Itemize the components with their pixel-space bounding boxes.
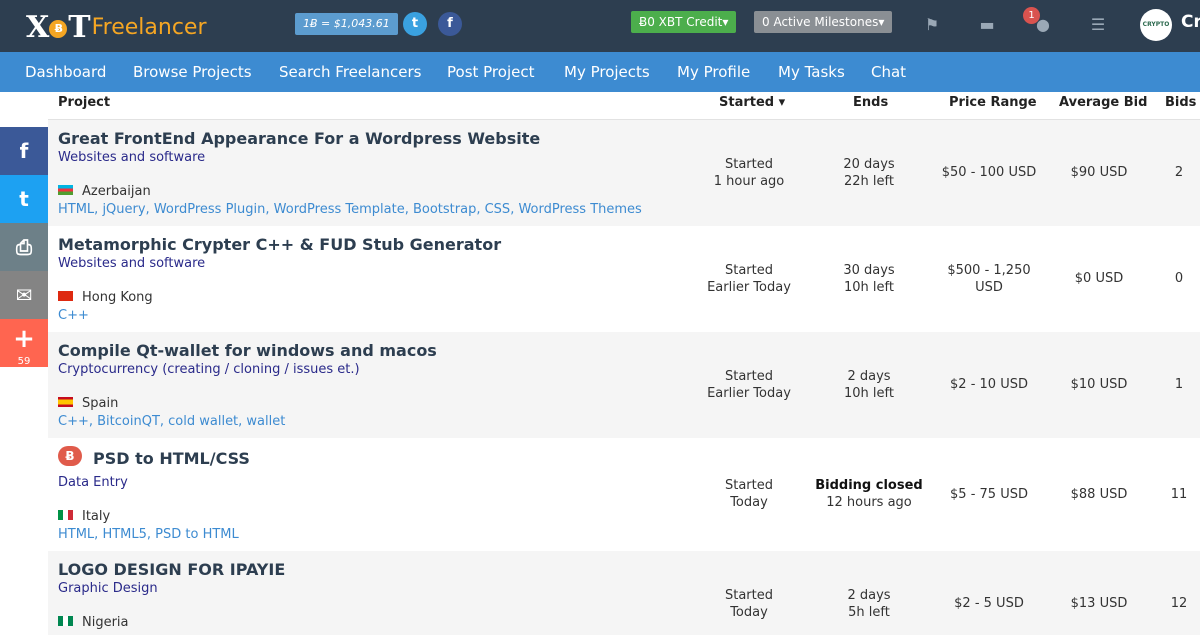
average-bid-cell: $10 USD — [1070, 377, 1128, 392]
share-count: 59 — [17, 356, 31, 367]
project-title[interactable]: Compile Qt-wallet for windows and macos — [58, 341, 437, 360]
header-bids[interactable]: Bids — [1165, 92, 1196, 120]
average-bid-cell: $13 USD — [1070, 596, 1128, 611]
project-category[interactable]: Websites and software — [58, 256, 205, 271]
exchange-rate-badge: 1Ƀ = $1,043.61 — [295, 13, 398, 35]
project-tags[interactable]: HTML, jQuery, WordPress Plugin, WordPres… — [58, 202, 642, 217]
logo-freelancer: Freelancer — [91, 14, 207, 40]
price-range-cell: $5 - 75 USD — [950, 487, 1028, 502]
nav-browse-projects[interactable]: Browse Projects — [133, 52, 252, 92]
header-average-bid[interactable]: Average Bid — [1059, 92, 1147, 120]
header-ends[interactable]: Ends — [853, 92, 888, 120]
project-country: Italy — [58, 509, 110, 524]
nav-my-tasks[interactable]: My Tasks — [778, 52, 845, 92]
bids-cell: 1 — [1174, 377, 1184, 392]
table-row[interactable]: Great FrontEnd Appearance For a Wordpres… — [48, 120, 1200, 226]
bitcoin-coin-icon: Ƀ — [49, 19, 68, 38]
project-category[interactable]: Data Entry — [58, 475, 128, 490]
price-range-cell: $500 - 1,250 USD — [947, 263, 1031, 295]
share-facebook-button[interactable]: f — [0, 127, 48, 175]
ends-cell: 20 days 22h left — [843, 157, 895, 189]
nav-post-project[interactable]: Post Project — [447, 52, 534, 92]
project-title[interactable]: Great FrontEnd Appearance For a Wordpres… — [58, 129, 540, 148]
average-bid-cell: $90 USD — [1070, 165, 1128, 180]
project-country: Hong Kong — [58, 290, 153, 305]
average-bid-cell: $88 USD — [1070, 487, 1128, 502]
email-icon: ✉ — [15, 283, 33, 307]
flag-nigeria-icon — [58, 616, 73, 626]
bids-cell: 0 — [1174, 271, 1184, 286]
bids-cell: 12 — [1170, 596, 1188, 611]
ends-cell: Bidding closed 12 hours ago — [815, 478, 923, 510]
flag-icon[interactable]: ⚑ — [921, 14, 943, 36]
share-print-button[interactable]: ⎙ — [0, 223, 48, 271]
started-cell: Started Earlier Today — [707, 369, 791, 401]
share-twitter-button[interactable]: t — [0, 175, 48, 223]
bids-cell: 2 — [1174, 165, 1184, 180]
project-country: Azerbaijan — [58, 184, 151, 199]
bids-cell: 11 — [1170, 487, 1188, 502]
username[interactable]: Cr — [1181, 12, 1200, 32]
flag-italy-icon — [58, 510, 73, 520]
price-range-cell: $2 - 10 USD — [950, 377, 1028, 392]
project-country: Spain — [58, 396, 118, 411]
bitcoin-badge-icon: Ƀ — [58, 446, 82, 466]
ends-cell: 2 days 5h left — [847, 588, 891, 620]
average-bid-cell: $0 USD — [1074, 271, 1124, 286]
table-row[interactable]: Metamorphic Crypter C++ & FUD Stub Gener… — [48, 226, 1200, 332]
avatar[interactable]: CRYPTO — [1140, 9, 1172, 41]
notification-count-badge: 1 — [1023, 7, 1040, 24]
nav-my-projects[interactable]: My Projects — [564, 52, 650, 92]
project-title[interactable]: LOGO DESIGN FOR IPAYIE — [58, 560, 285, 579]
nav-my-profile[interactable]: My Profile — [677, 52, 750, 92]
project-category[interactable]: Cryptocurrency (creating / cloning / iss… — [58, 362, 360, 377]
site-logo[interactable]: XɃT Freelancer — [26, 9, 207, 45]
price-range-cell: $50 - 100 USD — [941, 165, 1037, 180]
print-icon: ⎙ — [16, 235, 32, 259]
project-category[interactable]: Websites and software — [58, 150, 205, 165]
nav-dashboard[interactable]: Dashboard — [25, 52, 106, 92]
flag-hong-kong-icon — [58, 291, 73, 301]
nav-search-freelancers[interactable]: Search Freelancers — [279, 52, 421, 92]
projects-table-header: Project Started ▾ Ends Price Range Avera… — [48, 92, 1200, 120]
started-cell: Started Earlier Today — [707, 263, 791, 295]
flag-spain-icon — [58, 397, 73, 407]
nav-chat[interactable]: Chat — [871, 52, 906, 92]
table-row[interactable]: Compile Qt-wallet for windows and macos … — [48, 332, 1200, 438]
project-tags[interactable]: HTML, HTML5, PSD to HTML — [58, 527, 239, 542]
price-range-cell: $2 - 5 USD — [954, 596, 1024, 611]
xbt-credit-dropdown[interactable]: Ƀ0 XBT Credit▾ — [631, 11, 737, 33]
share-more-button[interactable]: + 59 — [0, 319, 48, 367]
ends-cell: 2 days 10h left — [844, 369, 894, 401]
project-category[interactable]: Graphic Design — [58, 581, 158, 596]
header-price-range[interactable]: Price Range — [949, 92, 1037, 120]
table-row[interactable]: LOGO DESIGN FOR IPAYIE Graphic Design Ni… — [48, 551, 1200, 635]
started-cell: Started Today — [724, 478, 773, 510]
active-milestones-dropdown[interactable]: 0 Active Milestones▾ — [754, 11, 893, 33]
project-title[interactable]: PSD to HTML/CSS — [93, 449, 250, 468]
table-row[interactable]: Ƀ PSD to HTML/CSS Data Entry Italy HTML,… — [48, 438, 1200, 551]
main-nav: Dashboard Browse Projects Search Freelan… — [0, 52, 1200, 92]
project-title[interactable]: Metamorphic Crypter C++ & FUD Stub Gener… — [58, 235, 501, 254]
plus-icon: + — [13, 324, 35, 354]
ends-cell: 30 days 10h left — [843, 263, 895, 295]
project-country: Nigeria — [58, 615, 129, 630]
started-cell: Started Today — [724, 588, 773, 620]
project-tags[interactable]: C++ — [58, 308, 89, 323]
facebook-icon: f — [19, 139, 29, 163]
twitter-icon: t — [19, 187, 29, 211]
list-icon[interactable]: ☰ — [1087, 14, 1109, 36]
header-started[interactable]: Started ▾ — [719, 92, 785, 120]
logo-xot: XɃT — [26, 9, 91, 45]
chat-bubble-icon[interactable]: ▬ — [976, 14, 998, 36]
twitter-icon[interactable]: t — [403, 12, 427, 36]
share-email-button[interactable]: ✉ — [0, 271, 48, 319]
project-tags[interactable]: C++, BitcoinQT, cold wallet, wallet — [58, 414, 285, 429]
header-project[interactable]: Project — [58, 92, 110, 120]
flag-azerbaijan-icon — [58, 185, 73, 195]
started-cell: Started 1 hour ago — [713, 157, 785, 189]
facebook-icon[interactable]: f — [438, 12, 462, 36]
top-bar: XɃT Freelancer 1Ƀ = $1,043.61 t f Ƀ0 XBT… — [0, 0, 1200, 52]
